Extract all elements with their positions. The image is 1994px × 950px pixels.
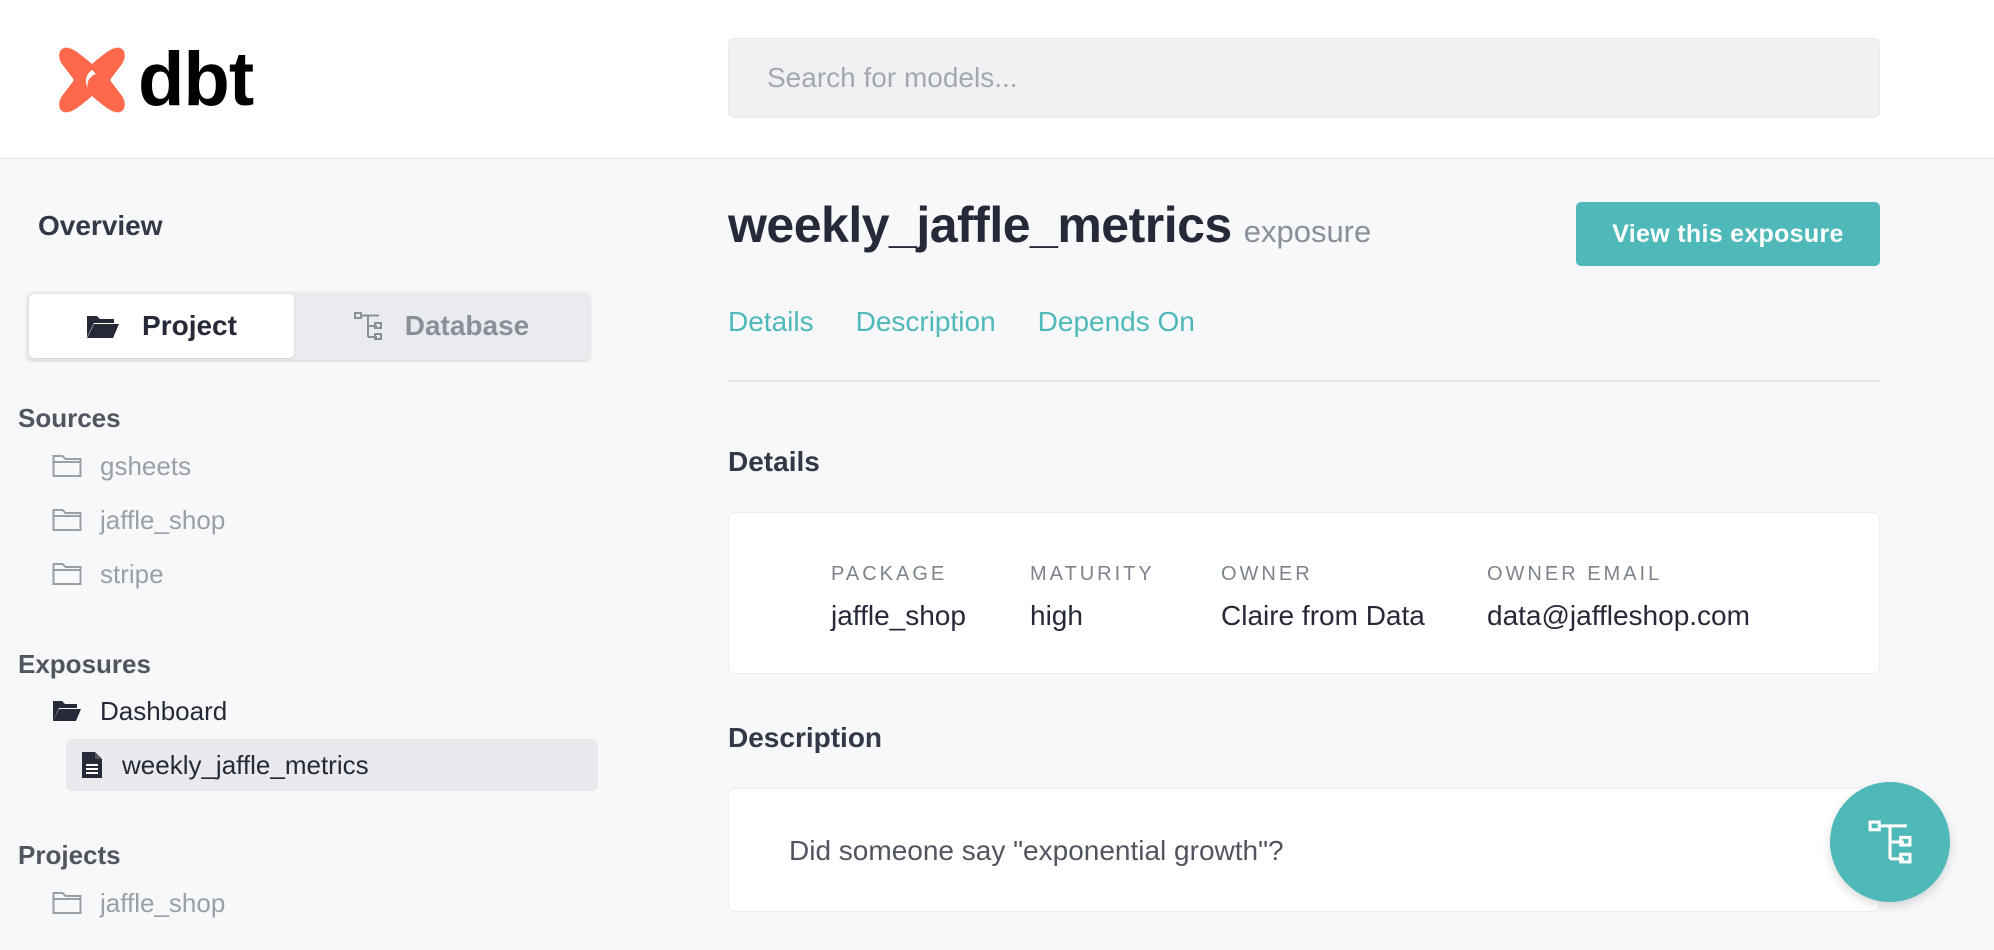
project-tab-button[interactable]: Project <box>29 294 294 358</box>
detail-value[interactable]: data@jaffleshop.com <box>1487 600 1750 632</box>
folder-open-icon <box>53 701 81 721</box>
detail-owner: OWNER Claire from Data <box>1221 563 1425 632</box>
page-header: weekly_jaffle_metrics exposure <box>728 196 1371 254</box>
project-item-label: jaffle_shop <box>100 887 226 918</box>
detail-label: PACKAGE <box>831 563 948 585</box>
dbt-logo-icon <box>59 47 125 113</box>
lineage-graph-button[interactable] <box>1830 782 1950 902</box>
exposure-folder-dashboard[interactable]: Dashboard <box>52 685 227 737</box>
detail-label: OWNER <box>1221 563 1313 585</box>
detail-value: Claire from Data <box>1221 600 1425 631</box>
detail-maturity: MATURITY high <box>1030 563 1155 632</box>
sources-section-title: Sources <box>18 403 121 433</box>
detail-value: high <box>1030 600 1083 631</box>
detail-package: PACKAGE jaffle_shop <box>831 563 966 632</box>
projects-section-title: Projects <box>18 840 121 870</box>
description-heading: Description <box>728 722 883 753</box>
tab-description[interactable]: Description <box>856 306 996 338</box>
tab-depends-on[interactable]: Depends On <box>1038 306 1195 338</box>
project-item-jaffle-shop[interactable]: jaffle_shop <box>52 877 225 929</box>
source-item-label: stripe <box>100 558 164 589</box>
tab-details[interactable]: Details <box>728 306 814 338</box>
detail-owner-email: OWNER EMAIL data@jaffleshop.com <box>1487 563 1750 632</box>
folder-icon <box>52 509 82 531</box>
view-exposure-button[interactable]: View this exposure <box>1576 202 1880 266</box>
detail-label: MATURITY <box>1030 563 1155 585</box>
details-card: PACKAGE jaffle_shop MATURITY high OWNER … <box>728 512 1880 674</box>
lineage-graph-icon <box>353 312 382 340</box>
project-database-toggle: Project Database <box>27 292 590 360</box>
lineage-graph-icon <box>1868 820 1912 864</box>
detail-label: OWNER EMAIL <box>1487 563 1663 585</box>
exposure-item-label: weekly_jaffle_metrics <box>122 749 369 780</box>
folder-icon <box>52 563 82 585</box>
search-input[interactable] <box>765 61 1843 95</box>
folder-icon <box>52 892 82 914</box>
exposure-item-weekly-jaffle-metrics[interactable]: weekly_jaffle_metrics <box>66 739 598 791</box>
section-tabs: Details Description Depends On <box>728 306 1237 338</box>
source-item-label: gsheets <box>100 450 192 481</box>
source-item-jaffle-shop[interactable]: jaffle_shop <box>52 494 225 546</box>
database-tab-button[interactable]: Database <box>295 294 587 358</box>
source-item-gsheets[interactable]: gsheets <box>52 440 191 492</box>
file-text-icon <box>82 752 102 778</box>
logo-text: dbt <box>138 37 254 122</box>
source-item-stripe[interactable]: stripe <box>52 548 164 600</box>
dbt-logo[interactable]: dbt <box>56 37 254 122</box>
source-item-label: jaffle_shop <box>100 504 226 535</box>
tabs-divider <box>728 380 1880 382</box>
search-box[interactable] <box>728 38 1880 118</box>
exposure-folder-label: Dashboard <box>100 695 228 726</box>
details-heading: Details <box>728 446 820 477</box>
detail-value: jaffle_shop <box>831 600 966 631</box>
database-tab-label: Database <box>404 310 530 341</box>
project-tab-label: Project <box>142 310 237 341</box>
description-card: Did someone say "exponential growth"? <box>728 788 1880 912</box>
resource-type-label: exposure <box>1243 214 1372 249</box>
overview-link[interactable]: Overview <box>38 210 163 242</box>
exposures-section-title: Exposures <box>18 649 151 679</box>
folder-open-icon <box>87 316 120 338</box>
folder-icon <box>52 455 82 477</box>
page-title: weekly_jaffle_metrics <box>728 197 1232 253</box>
top-bar: dbt <box>0 0 1994 159</box>
description-text: Did someone say "exponential growth"? <box>789 835 1284 866</box>
